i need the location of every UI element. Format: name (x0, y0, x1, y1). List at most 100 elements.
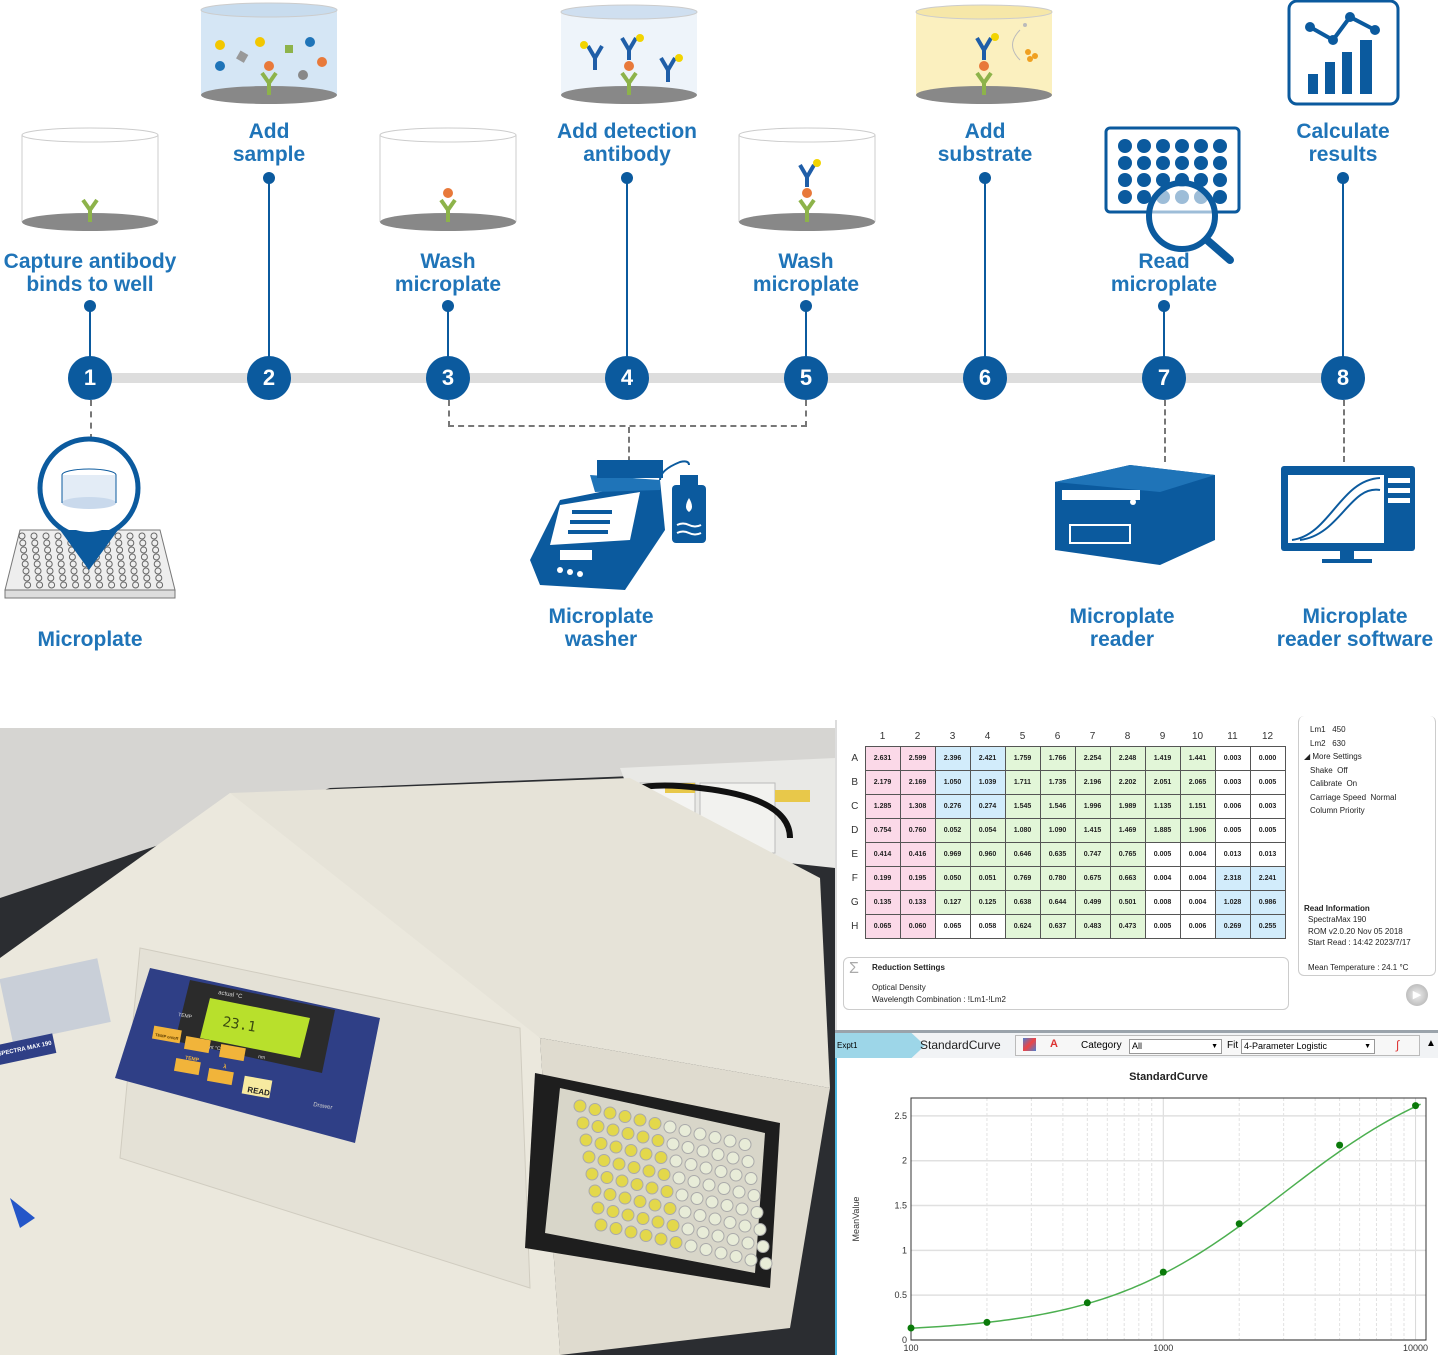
section-title[interactable]: StandardCurve (920, 1038, 1001, 1052)
plate-cell[interactable]: 1.766 (1039, 745, 1076, 771)
plate-cell[interactable]: 1.419 (1144, 745, 1181, 771)
plate-cell[interactable]: 1.285 (864, 793, 901, 819)
plate-cell[interactable]: 0.004 (1179, 841, 1216, 867)
plate-cell[interactable]: 2.599 (899, 745, 936, 771)
plate-cell[interactable]: 0.499 (1074, 889, 1111, 915)
plate-cell[interactable]: 0.005 (1249, 817, 1286, 843)
plate-cell[interactable]: 0.276 (934, 793, 971, 819)
axis-label-icon[interactable]: A (1050, 1038, 1058, 1050)
plate-cell[interactable]: 0.005 (1249, 769, 1286, 795)
plate-cell[interactable]: 1.735 (1039, 769, 1076, 795)
plate-cell[interactable]: 0.005 (1144, 913, 1181, 939)
plate-cell[interactable]: 1.906 (1179, 817, 1216, 843)
plate-cell[interactable]: 1.135 (1144, 793, 1181, 819)
plate-cell[interactable]: 0.005 (1214, 817, 1251, 843)
plate-cell[interactable]: 0.125 (969, 889, 1006, 915)
plate-cell[interactable]: 0.637 (1039, 913, 1076, 939)
plate-cell[interactable]: 0.008 (1144, 889, 1181, 915)
plate-cell[interactable]: 1.441 (1179, 745, 1216, 771)
plate-cell[interactable]: 0.013 (1249, 841, 1286, 867)
plate-cell[interactable]: 0.051 (969, 865, 1006, 891)
plate-cell[interactable]: 1.090 (1039, 817, 1076, 843)
plate-cell[interactable]: 0.003 (1249, 793, 1286, 819)
plate-cell[interactable]: 2.631 (864, 745, 901, 771)
category-select[interactable]: All ▼ (1129, 1039, 1222, 1054)
plate-cell[interactable]: 0.986 (1249, 889, 1286, 915)
plate-cell[interactable]: 0.255 (1249, 913, 1286, 939)
plate-cell[interactable]: 1.989 (1109, 793, 1146, 819)
plate-cell[interactable]: 1.759 (1004, 745, 1041, 771)
play-button[interactable]: ▶ (1406, 984, 1428, 1006)
plate-cell[interactable]: 1.469 (1109, 817, 1146, 843)
plate-cell[interactable]: 2.179 (864, 769, 901, 795)
plate-cell[interactable]: 2.421 (969, 745, 1006, 771)
plate-cell[interactable]: 0.050 (934, 865, 971, 891)
plate-cell[interactable]: 0.060 (899, 913, 936, 939)
plate-cell[interactable]: 1.415 (1074, 817, 1111, 843)
plate-cell[interactable]: 0.274 (969, 793, 1006, 819)
plate-cell[interactable]: 0.013 (1214, 841, 1251, 867)
experiment-tab[interactable]: Expt1 (835, 1033, 925, 1058)
plate-cell[interactable]: 0.269 (1214, 913, 1251, 939)
plate-cell[interactable]: 2.254 (1074, 745, 1111, 771)
plate-cell[interactable]: 0.003 (1214, 769, 1251, 795)
plate-cell[interactable]: 0.624 (1004, 913, 1041, 939)
plate-cell[interactable]: 2.318 (1214, 865, 1251, 891)
plate-cell[interactable]: 1.308 (899, 793, 936, 819)
plate-cell[interactable]: 0.754 (864, 817, 901, 843)
plate-cell[interactable]: 0.780 (1039, 865, 1076, 891)
plate-cell[interactable]: 0.058 (969, 913, 1006, 939)
plate-cell[interactable]: 0.663 (1109, 865, 1146, 891)
graph-settings-icon[interactable] (1023, 1038, 1036, 1051)
plate-cell[interactable]: 0.005 (1144, 841, 1181, 867)
plate-cell[interactable]: 0.004 (1144, 865, 1181, 891)
plate-cell[interactable]: 0.006 (1214, 793, 1251, 819)
curve-fit-icon[interactable]: ∫ (1396, 1038, 1399, 1052)
collapse-arrow-icon[interactable]: ▲ (1426, 1038, 1436, 1049)
plate-cell[interactable]: 2.248 (1109, 745, 1146, 771)
plate-cell[interactable]: 2.051 (1144, 769, 1181, 795)
plate-cell[interactable]: 1.050 (934, 769, 971, 795)
plate-cell[interactable]: 0.416 (899, 841, 936, 867)
plate-cell[interactable]: 0.133 (899, 889, 936, 915)
plate-cell[interactable]: 0.644 (1039, 889, 1076, 915)
plate-cell[interactable]: 1.885 (1144, 817, 1181, 843)
plate-cell[interactable]: 0.646 (1004, 841, 1041, 867)
plate-cell[interactable]: 0.483 (1074, 913, 1111, 939)
plate-cell[interactable]: 1.039 (969, 769, 1006, 795)
plate-cell[interactable]: 0.195 (899, 865, 936, 891)
plate-cell[interactable]: 1.546 (1039, 793, 1076, 819)
plate-cell[interactable]: 0.635 (1039, 841, 1076, 867)
plate-cell[interactable]: 2.396 (934, 745, 971, 771)
plate-cell[interactable]: 2.202 (1109, 769, 1146, 795)
plate-cell[interactable]: 0.065 (864, 913, 901, 939)
plate-cell[interactable]: 1.996 (1074, 793, 1111, 819)
plate-cell[interactable]: 0.765 (1109, 841, 1146, 867)
plate-cell[interactable]: 0.003 (1214, 745, 1251, 771)
plate-cell[interactable]: 0.769 (1004, 865, 1041, 891)
plate-cell[interactable]: 0.969 (934, 841, 971, 867)
plate-cell[interactable]: 0.135 (864, 889, 901, 915)
plate-cell[interactable]: 1.545 (1004, 793, 1041, 819)
plate-cell[interactable]: 0.000 (1249, 745, 1286, 771)
plate-cell[interactable]: 2.065 (1179, 769, 1216, 795)
plate-cell[interactable]: 0.473 (1109, 913, 1146, 939)
plate-cell[interactable]: 2.169 (899, 769, 936, 795)
plate-cell[interactable]: 0.054 (969, 817, 1006, 843)
plate-cell[interactable]: 0.414 (864, 841, 901, 867)
plate-cell[interactable]: 0.199 (864, 865, 901, 891)
plate-cell[interactable]: 0.004 (1179, 865, 1216, 891)
plate-cell[interactable]: 0.747 (1074, 841, 1111, 867)
plate-cell[interactable]: 0.960 (969, 841, 1006, 867)
plate-cell[interactable]: 1.151 (1179, 793, 1216, 819)
plate-cell[interactable]: 0.006 (1179, 913, 1216, 939)
plate-cell[interactable]: 1.711 (1004, 769, 1041, 795)
plate-cell[interactable]: 2.196 (1074, 769, 1111, 795)
plate-cell[interactable]: 0.501 (1109, 889, 1146, 915)
plate-cell[interactable]: 0.127 (934, 889, 971, 915)
plate-cell[interactable]: 1.028 (1214, 889, 1251, 915)
plate-cell[interactable]: 0.004 (1179, 889, 1216, 915)
fit-select[interactable]: 4-Parameter Logistic ▼ (1241, 1039, 1375, 1054)
plate-cell[interactable]: 2.241 (1249, 865, 1286, 891)
plate-cell[interactable]: 0.052 (934, 817, 971, 843)
